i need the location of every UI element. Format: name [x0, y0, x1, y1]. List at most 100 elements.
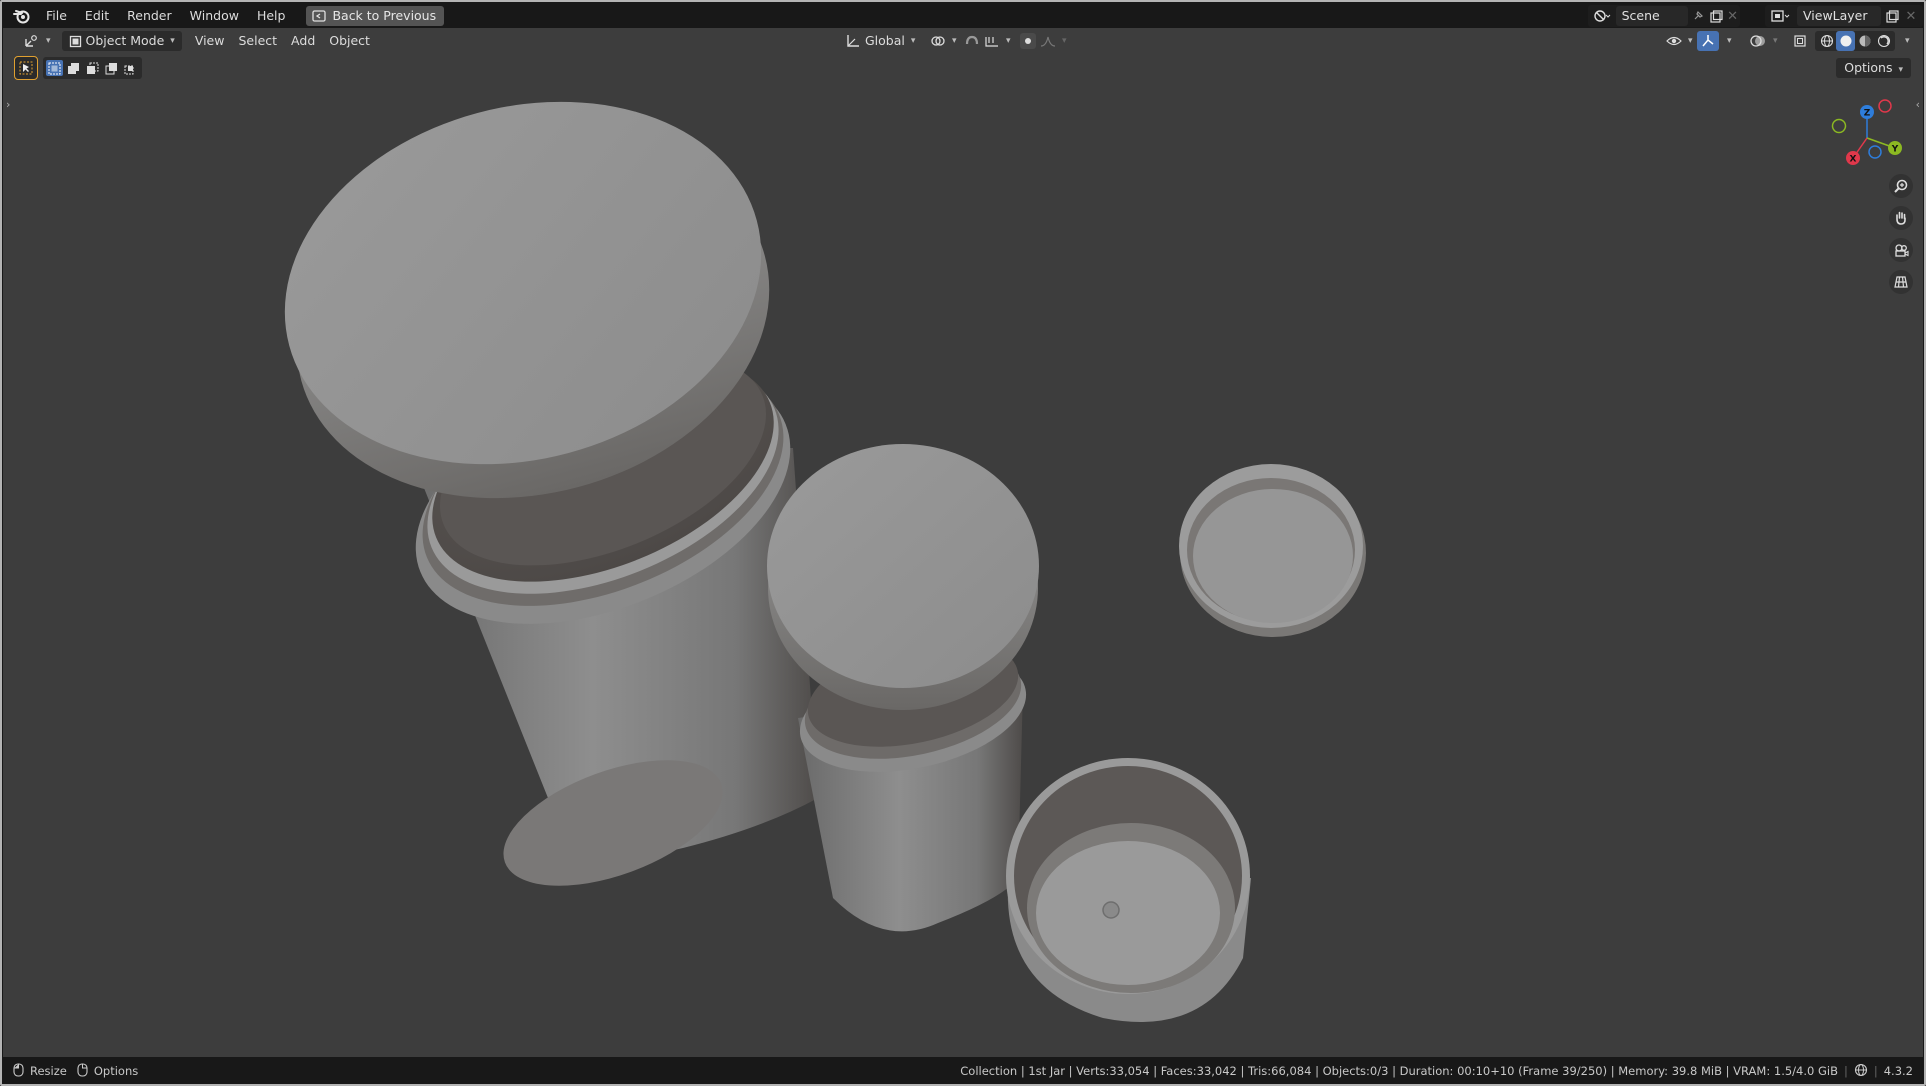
loose-lid[interactable]	[1179, 464, 1366, 637]
new-view-layer-icon[interactable]	[1881, 9, 1903, 23]
gizmo-y-label: Y	[1891, 145, 1899, 155]
editor-type-button[interactable]: ▾	[17, 31, 58, 51]
close-scene-icon[interactable]: ✕	[1725, 9, 1740, 24]
visibility-dropdown[interactable]: ▾	[1659, 31, 1700, 51]
hand-icon	[1896, 211, 1906, 225]
snap-toggle[interactable]: ▾	[957, 31, 1018, 51]
menu-render[interactable]: Render	[118, 5, 181, 27]
toolbar-expand-icon[interactable]: ›	[6, 98, 10, 111]
zoom-button[interactable]	[1889, 174, 1913, 198]
gizmo-neg-x-axis[interactable]	[1878, 99, 1892, 113]
select-intersect-button[interactable]	[122, 60, 139, 76]
pivot-icon	[931, 36, 945, 46]
overlay-dropdown-chevron-icon[interactable]: ▾	[1773, 36, 1778, 46]
select-new-icon	[48, 62, 61, 74]
status-bar: Resize Options Collection | 1st Jar | Ve…	[3, 1058, 1923, 1084]
back-icon	[312, 9, 327, 22]
open-small-jar[interactable]	[1006, 758, 1251, 1022]
pin-icon[interactable]	[1688, 10, 1706, 22]
viewport-options-label: Options	[1844, 60, 1893, 75]
select-extend-icon	[68, 62, 79, 74]
overlay-toggle[interactable]	[1747, 31, 1769, 51]
select-subtract-button[interactable]	[84, 60, 101, 76]
material-shading-icon	[1859, 35, 1870, 47]
snap-target-icon	[985, 37, 998, 47]
object-mode-dropdown[interactable]: Object Mode ▾	[61, 31, 182, 51]
zoom-icon	[1894, 179, 1908, 193]
gizmo-z-label: Z	[1864, 109, 1871, 119]
editor-type-icon	[25, 35, 37, 47]
camera-view-button[interactable]	[1889, 238, 1913, 262]
transform-orientation-icon	[847, 35, 859, 47]
blender-window: File Edit Render Window Help Back to Pre…	[0, 0, 1926, 1086]
camera-icon	[1895, 244, 1909, 257]
solid-shading-button[interactable]	[1836, 31, 1855, 51]
menu-select[interactable]: Select	[231, 31, 284, 51]
view-layer-selector[interactable]: ViewLayer ✕	[1765, 5, 1923, 27]
view-layer-name-field[interactable]: ViewLayer	[1797, 6, 1881, 26]
select-extend-button[interactable]	[65, 60, 82, 76]
gizmo-icon	[1702, 35, 1714, 47]
xray-toggle[interactable]	[1789, 31, 1811, 51]
top-menu-bar: File Edit Render Window Help Back to Pre…	[3, 3, 1923, 28]
proportional-icon	[1020, 33, 1036, 49]
gizmo-toggle[interactable]	[1697, 31, 1719, 51]
menu-file[interactable]: File	[37, 5, 76, 27]
select-subtract-icon	[87, 62, 99, 74]
menu-view[interactable]: View	[188, 31, 232, 51]
transform-orientation-dropdown[interactable]: Global ▾	[839, 31, 922, 51]
mouse-right-icon	[77, 1062, 88, 1080]
selection-mode-group	[43, 57, 142, 79]
solid-shading-icon	[1840, 35, 1851, 47]
transform-orientation-label: Global	[865, 33, 905, 48]
globe-icon	[1854, 1063, 1868, 1080]
select-tool-button[interactable]	[14, 56, 38, 80]
gizmo-neg-y-axis[interactable]	[1831, 118, 1847, 134]
viewport-scene[interactable]	[3, 28, 1923, 1057]
gizmo-x-label: X	[1850, 155, 1857, 165]
rendered-shading-button[interactable]	[1874, 31, 1893, 51]
menu-object[interactable]: Object	[322, 31, 377, 51]
xray-icon	[1794, 35, 1806, 47]
new-scene-icon[interactable]	[1707, 9, 1725, 23]
object-mode-icon	[69, 35, 81, 47]
menu-edit[interactable]: Edit	[76, 5, 118, 27]
material-shading-button[interactable]	[1855, 31, 1874, 51]
select-invert-icon	[105, 62, 117, 74]
wireframe-shading-button[interactable]	[1817, 31, 1836, 51]
select-tool-icon	[19, 61, 33, 75]
object-mode-label: Object Mode	[85, 33, 165, 48]
3d-viewport[interactable]: ▾ Object Mode ▾ View Select Add Object G…	[3, 28, 1923, 1057]
back-to-previous-label: Back to Previous	[332, 8, 437, 23]
navigation-gizmo[interactable]: Z Y X	[1825, 96, 1909, 180]
visibility-icon	[1666, 36, 1682, 46]
blender-version: 4.3.2	[1883, 1064, 1913, 1078]
gizmo-dropdown-chevron-icon[interactable]: ▾	[1727, 36, 1732, 46]
status-options-label: Options	[93, 1064, 139, 1078]
status-resize-label: Resize	[30, 1064, 67, 1078]
blender-logo-icon[interactable]	[11, 5, 33, 27]
large-jar[interactable]	[244, 50, 827, 911]
menu-help[interactable]: Help	[248, 5, 295, 27]
view-layer-icon	[1765, 9, 1797, 23]
close-view-layer-icon[interactable]: ✕	[1903, 9, 1919, 24]
mouse-left-icon	[13, 1062, 24, 1080]
scene-selector[interactable]: Scene ✕	[1588, 5, 1740, 27]
menu-add[interactable]: Add	[284, 31, 322, 51]
viewport-options-dropdown[interactable]: Options ▾	[1836, 58, 1911, 78]
scene-name-field[interactable]: Scene	[1615, 6, 1689, 26]
falloff-icon	[1040, 36, 1056, 47]
back-to-previous-button[interactable]: Back to Previous	[306, 5, 445, 26]
ortho-toggle-button[interactable]	[1889, 270, 1913, 294]
rendered-shading-icon	[1877, 34, 1890, 48]
select-invert-button[interactable]	[103, 60, 120, 76]
overlay-icon	[1750, 35, 1765, 47]
select-new-button[interactable]	[46, 60, 63, 76]
select-intersect-icon	[124, 65, 134, 74]
proportional-editing-toggle[interactable]: ▾	[1013, 31, 1074, 51]
pan-button[interactable]	[1889, 206, 1913, 230]
sidebar-expand-icon[interactable]: ‹	[1916, 98, 1920, 111]
menu-window[interactable]: Window	[181, 5, 248, 27]
shading-dropdown-chevron-icon[interactable]: ▾	[1905, 36, 1910, 46]
gizmo-neg-z-axis[interactable]	[1868, 145, 1882, 159]
